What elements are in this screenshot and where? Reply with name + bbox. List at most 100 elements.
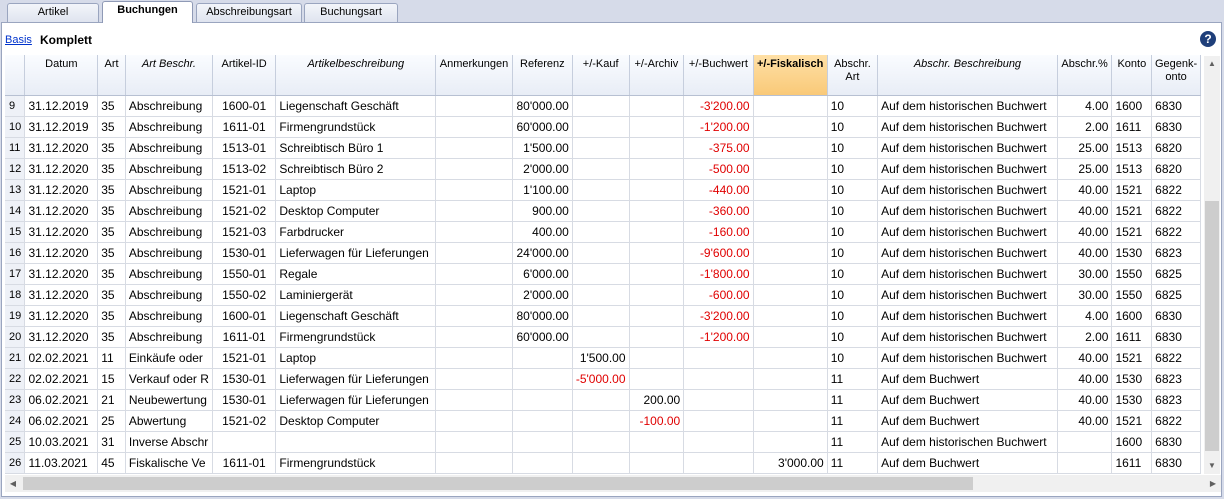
- cell-purchase[interactable]: [572, 431, 630, 453]
- cell-item-description[interactable]: Desktop Computer: [275, 200, 437, 222]
- cell-book-value[interactable]: -9'600.00: [683, 242, 754, 264]
- column-header-notes[interactable]: Anmerkungen: [435, 55, 513, 96]
- cell-depr-description[interactable]: Auf dem historischen Buchwert: [877, 431, 1058, 453]
- table-row[interactable]: 18 31.12.2020 35 Abschreibung 1550-02 Laminie…: [5, 284, 1201, 306]
- cell-type[interactable]: 35: [97, 200, 126, 222]
- cell-contra-account[interactable]: 6822: [1151, 347, 1201, 369]
- cell-account[interactable]: 1521: [1111, 410, 1153, 432]
- cell-item-description[interactable]: Schreibtisch Büro 2: [275, 158, 437, 180]
- cell-book-value[interactable]: [683, 347, 754, 369]
- cell-book-value[interactable]: -1'200.00: [683, 326, 754, 348]
- cell-purchase[interactable]: [572, 389, 630, 411]
- cell-notes[interactable]: [435, 305, 513, 327]
- cell-depr-type[interactable]: 10: [827, 263, 879, 285]
- cell-depr-description[interactable]: Auf dem historischen Buchwert: [877, 116, 1058, 138]
- cell-type[interactable]: 35: [97, 179, 126, 201]
- cell-notes[interactable]: [435, 158, 513, 180]
- cell-depr-percent[interactable]: 30.00: [1057, 284, 1113, 306]
- cell-archive[interactable]: -100.00: [629, 410, 685, 432]
- cell-date[interactable]: 11.03.2021: [24, 452, 99, 474]
- cell-item-description[interactable]: Firmengrundstück: [275, 452, 437, 474]
- cell-archive[interactable]: [629, 242, 685, 264]
- cell-type[interactable]: 35: [97, 95, 126, 117]
- cell-purchase[interactable]: [572, 242, 630, 264]
- cell-depr-description[interactable]: Auf dem historischen Buchwert: [877, 95, 1058, 117]
- cell-contra-account[interactable]: 6830: [1151, 116, 1201, 138]
- table-row[interactable]: 22 02.02.2021 15 Verkauf oder R 1530-01 Liefe…: [5, 368, 1201, 390]
- cell-item-description[interactable]: [275, 431, 437, 453]
- view-komplett-label[interactable]: Komplett: [40, 33, 92, 47]
- cell-notes[interactable]: [435, 116, 513, 138]
- scroll-left-icon[interactable]: ◀: [5, 475, 21, 492]
- cell-reference[interactable]: 60'000.00: [512, 326, 573, 348]
- cell-type-description[interactable]: Einkäufe oder: [125, 347, 213, 369]
- table-row[interactable]: 15 31.12.2020 35 Abschreibung 1521-03 Farbdru…: [5, 221, 1201, 243]
- cell-reference[interactable]: [512, 410, 573, 432]
- cell-book-value[interactable]: [683, 431, 754, 453]
- cell-contra-account[interactable]: 6830: [1151, 452, 1201, 474]
- cell-reference[interactable]: 60'000.00: [512, 116, 573, 138]
- cell-item-description[interactable]: Liegenschaft Geschäft: [275, 305, 437, 327]
- cell-item-description[interactable]: Desktop Computer: [275, 410, 437, 432]
- cell-depr-description[interactable]: Auf dem historischen Buchwert: [877, 284, 1058, 306]
- cell-date[interactable]: 31.12.2020: [24, 158, 99, 180]
- cell-notes[interactable]: [435, 368, 513, 390]
- cell-depr-type[interactable]: 10: [827, 137, 879, 159]
- cell-reference[interactable]: [512, 368, 573, 390]
- cell-type[interactable]: 35: [97, 263, 126, 285]
- cell-item-description[interactable]: Laminiergerät: [275, 284, 437, 306]
- cell-type-description[interactable]: Verkauf oder R: [125, 368, 213, 390]
- cell-archive[interactable]: [629, 158, 685, 180]
- cell-book-value[interactable]: -3'200.00: [683, 305, 754, 327]
- cell-reference[interactable]: [512, 347, 573, 369]
- cell-item-id[interactable]: 1521-02: [212, 200, 277, 222]
- cell-type[interactable]: 35: [97, 242, 126, 264]
- cell-type-description[interactable]: Abschreibung: [125, 95, 213, 117]
- cell-purchase[interactable]: [572, 263, 630, 285]
- cell-item-description[interactable]: Firmengrundstück: [275, 116, 437, 138]
- cell-depr-type[interactable]: 10: [827, 305, 879, 327]
- cell-depr-percent[interactable]: 2.00: [1057, 326, 1113, 348]
- cell-contra-account[interactable]: 6830: [1151, 431, 1201, 453]
- cell-depr-description[interactable]: Auf dem historischen Buchwert: [877, 242, 1058, 264]
- cell-notes[interactable]: [435, 284, 513, 306]
- cell-book-value[interactable]: -360.00: [683, 200, 754, 222]
- cell-depr-percent[interactable]: 4.00: [1057, 305, 1113, 327]
- cell-account[interactable]: 1550: [1111, 263, 1153, 285]
- cell-item-id[interactable]: 1550-02: [212, 284, 277, 306]
- cell-depr-type[interactable]: 11: [827, 368, 879, 390]
- cell-type-description[interactable]: Abschreibung: [125, 158, 213, 180]
- tab-buchungen[interactable]: Buchungen: [102, 1, 193, 23]
- cell-book-value[interactable]: -1'800.00: [683, 263, 754, 285]
- cell-account[interactable]: 1513: [1111, 158, 1153, 180]
- cell-type[interactable]: 35: [97, 158, 126, 180]
- horizontal-scrollbar[interactable]: ◀ ▶: [5, 475, 1221, 492]
- cell-depr-percent[interactable]: 40.00: [1057, 368, 1113, 390]
- cell-archive[interactable]: [629, 221, 685, 243]
- cell-depr-percent[interactable]: 40.00: [1057, 410, 1113, 432]
- cell-fiscal[interactable]: [753, 137, 828, 159]
- cell-item-description[interactable]: Liegenschaft Geschäft: [275, 95, 437, 117]
- cell-depr-type[interactable]: 10: [827, 116, 879, 138]
- cell-account[interactable]: 1530: [1111, 368, 1153, 390]
- cell-book-value[interactable]: -600.00: [683, 284, 754, 306]
- cell-archive[interactable]: [629, 368, 685, 390]
- column-header-contra-account[interactable]: Gegenk-onto: [1151, 55, 1201, 96]
- cell-depr-description[interactable]: Auf dem historischen Buchwert: [877, 263, 1058, 285]
- cell-purchase[interactable]: -5'000.00: [572, 368, 630, 390]
- cell-depr-description[interactable]: Auf dem Buchwert: [877, 410, 1058, 432]
- cell-archive[interactable]: 200.00: [629, 389, 685, 411]
- cell-item-description[interactable]: Lieferwagen für Lieferungen: [275, 389, 437, 411]
- table-row[interactable]: 17 31.12.2020 35 Abschreibung 1550-01 Regale 6…: [5, 263, 1201, 285]
- table-row[interactable]: 23 06.02.2021 21 Neubewertung 1530-01 Lieferw…: [5, 389, 1201, 411]
- cell-depr-description[interactable]: Auf dem historischen Buchwert: [877, 347, 1058, 369]
- cell-fiscal[interactable]: [753, 242, 828, 264]
- column-header-fiscal[interactable]: +/-Fiskalisch: [753, 55, 828, 96]
- table-row[interactable]: 21 02.02.2021 11 Einkäufe oder 1521-01 Laptop…: [5, 347, 1201, 369]
- cell-archive[interactable]: [629, 347, 685, 369]
- cell-contra-account[interactable]: 6823: [1151, 242, 1201, 264]
- cell-depr-type[interactable]: 10: [827, 221, 879, 243]
- cell-notes[interactable]: [435, 95, 513, 117]
- cell-notes[interactable]: [435, 389, 513, 411]
- cell-depr-percent[interactable]: 40.00: [1057, 347, 1113, 369]
